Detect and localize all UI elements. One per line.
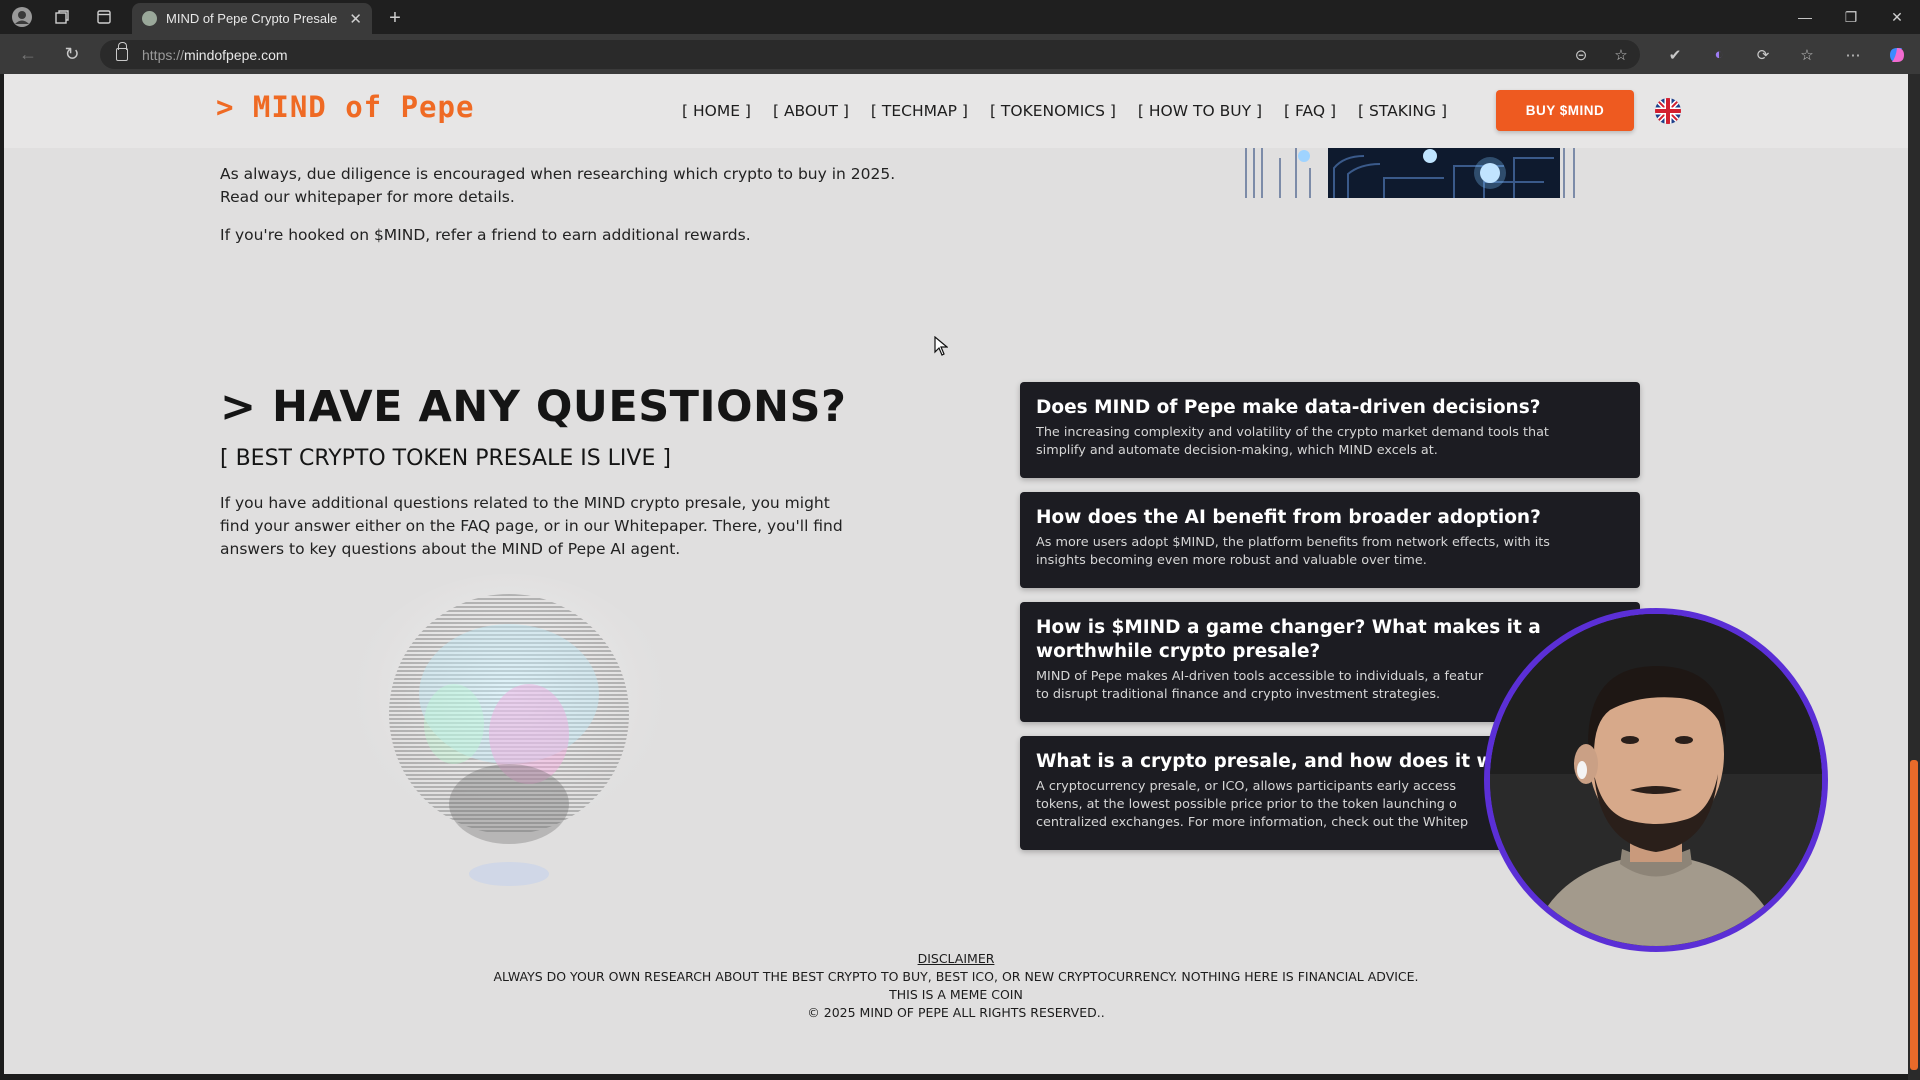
reload-icon[interactable]: ↻ [58,42,86,66]
lock-icon[interactable] [116,42,128,61]
browser-tabbar: MIND of Pepe Crypto Presale | Ev ✕ + — ❐… [0,0,1920,34]
close-window-button[interactable]: ✕ [1874,0,1920,34]
tab-actions-icon[interactable] [84,0,124,34]
browser-tab-active[interactable]: MIND of Pepe Crypto Presale | Ev ✕ [132,3,372,34]
hologram-head-image [304,574,724,914]
webcam-video [1490,614,1822,946]
faq-answer-2-line-1: As more users adopt $MIND, the platform … [1036,535,1550,550]
questions-body-line-2: find your answer either on the FAQ page,… [220,517,843,535]
webcam-overlay [1484,608,1828,952]
nav-how-to-buy[interactable]: [ HOW TO BUY ] [1138,102,1262,120]
workspaces-icon[interactable] [42,0,82,34]
url-host: mindofpepe.com [184,46,288,63]
main-nav: [ HOME ] [ ABOUT ] [ TECHMAP ] [ TOKENOM… [682,102,1447,120]
more-menu-icon[interactable]: ⋯ [1838,40,1868,69]
language-flag-icon[interactable] [1655,98,1681,124]
faq-question-3-line-1: How is $MIND a game changer? What makes … [1036,617,1541,638]
favorite-star-icon[interactable]: ☆ [1606,40,1636,69]
tab-title: MIND of Pepe Crypto Presale | Ev [166,11,341,26]
nav-home[interactable]: [ HOME ] [682,102,751,120]
faq-question-2: How does the AI benefit from broader ado… [1036,507,1541,528]
questions-subheading: [ BEST CRYPTO TOKEN PRESALE IS LIVE ] [220,446,671,471]
copilot-icon[interactable] [1882,40,1912,69]
faq-answer-1-line-1: The increasing complexity and volatility… [1036,425,1549,440]
extension-shield-icon[interactable]: ✔ [1660,40,1690,69]
questions-body-line-3: answers to key questions about the MIND … [220,540,681,558]
site-footer: DISCLAIMER ALWAYS DO YOUR OWN RESEARCH A… [4,950,1908,1022]
footer-disclaimer-text: ALWAYS DO YOUR OWN RESEARCH ABOUT THE BE… [493,969,1419,984]
favorites-icon[interactable]: ☆ [1792,40,1822,69]
mouse-cursor-icon [934,335,949,361]
scrollbar-thumb[interactable] [1910,760,1918,1070]
nav-techmap[interactable]: [ TECHMAP ] [871,102,968,120]
restore-window-button[interactable]: ❐ [1828,0,1874,34]
disclaimer-link[interactable]: DISCLAIMER [4,950,1908,968]
faq-answer-1-line-2: simplify and automate decision-making, w… [1036,443,1438,458]
nav-tokenomics[interactable]: [ TOKENOMICS ] [990,102,1116,120]
questions-body-line-1: If you have additional questions related… [220,494,830,512]
address-bar[interactable]: https://mindofpepe.com [100,40,1640,69]
extension-brain-icon[interactable]: ◐ [1704,40,1734,69]
reader-mode-icon[interactable]: ⊝ [1566,40,1596,69]
site-header: > MIND of Pepe [ HOME ] [ ABOUT ] [ TECH… [4,74,1908,148]
back-icon[interactable]: ← [14,42,42,66]
faq-card-2[interactable]: How does the AI benefit from broader ado… [1020,492,1640,588]
site-logo[interactable]: > MIND of Pepe [216,90,474,124]
minimize-window-button[interactable]: — [1782,0,1828,34]
site-favicon-icon [142,11,157,26]
buy-mind-button[interactable]: BUY $MIND [1496,90,1634,131]
faq-card-1[interactable]: Does MIND of Pepe make data-driven decis… [1020,382,1640,478]
faq-answer-2-line-2: insights becoming even more robust and v… [1036,553,1427,568]
nav-faq[interactable]: [ FAQ ] [1284,102,1336,120]
footer-meme-coin-text: THIS IS A MEME COIN [889,987,1023,1002]
questions-heading: > HAVE ANY QUESTIONS? [220,382,847,432]
page-scrollbar[interactable] [1908,74,1920,1080]
nav-about[interactable]: [ ABOUT ] [773,102,849,120]
footer-copyright: © 2025 MIND OF PEPE ALL RIGHTS RESERVED.… [807,1005,1105,1020]
new-tab-button[interactable]: + [382,5,408,31]
url-protocol: https:// [142,46,185,63]
nav-staking[interactable]: [ STAKING ] [1358,102,1447,120]
extensions-icon[interactable]: ⟳ [1748,40,1778,69]
circuit-board-image [1244,148,1580,198]
faq-question-1: Does MIND of Pepe make data-driven decis… [1036,397,1541,418]
intro-line-1: As always, due diligence is encouraged w… [220,165,896,183]
intro-line-3: If you're hooked on $MIND, refer a frien… [220,226,751,244]
profile-icon[interactable] [2,0,42,34]
intro-line-2: Read our whitepaper for more details. [220,188,515,206]
close-tab-icon[interactable]: ✕ [349,10,362,28]
